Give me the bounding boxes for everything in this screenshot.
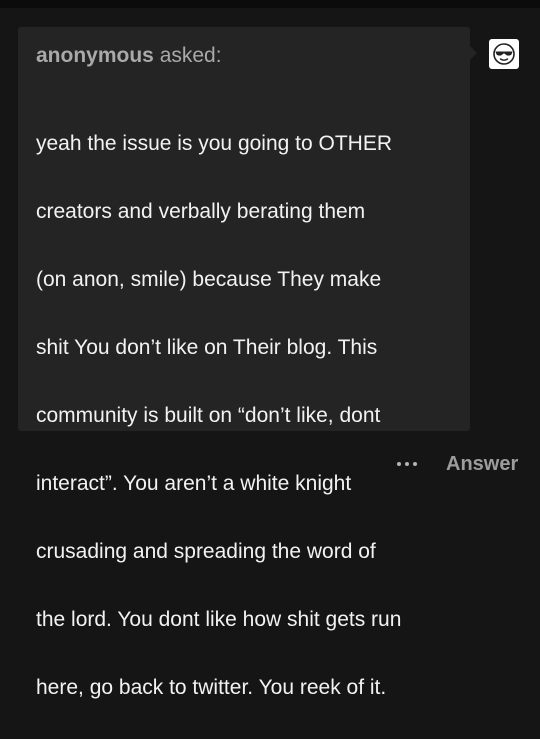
asked-label: asked: — [159, 44, 222, 67]
asker-line: anonymous asked: — [36, 43, 222, 69]
question-text: yeah the issue is you going to OTHER cre… — [36, 93, 460, 739]
ellipsis-dot — [405, 462, 409, 466]
question-line: community is built on “don’t like, dont — [36, 404, 381, 427]
question-line: (on anon, smile) because They make — [36, 268, 382, 291]
ask-bubble: anonymous asked: yeah the issue is you g… — [18, 27, 470, 699]
question-line: the lord. You dont like how shit gets ru… — [36, 608, 402, 631]
question-line: yeah the issue is you going to OTHER — [36, 132, 393, 155]
bubble-tail — [470, 46, 477, 60]
question-line: crusading and spreading the word of — [36, 540, 376, 563]
top-edge-strip — [0, 0, 540, 8]
question-line: shit You don’t like on Their blog. This — [36, 336, 378, 359]
ellipsis-icon — [397, 462, 401, 466]
answer-button[interactable]: Answer — [446, 452, 518, 476]
anonymous-sunglasses-face-icon — [493, 43, 515, 65]
question-line: creators and verbally berating them — [36, 200, 366, 223]
ellipsis-dot — [413, 462, 417, 466]
question-line: here, go back to twitter. You reek of it… — [36, 676, 387, 699]
more-options-button[interactable] — [393, 452, 421, 476]
asker-name[interactable]: anonymous — [36, 44, 154, 67]
anonymous-avatar[interactable] — [489, 39, 519, 69]
